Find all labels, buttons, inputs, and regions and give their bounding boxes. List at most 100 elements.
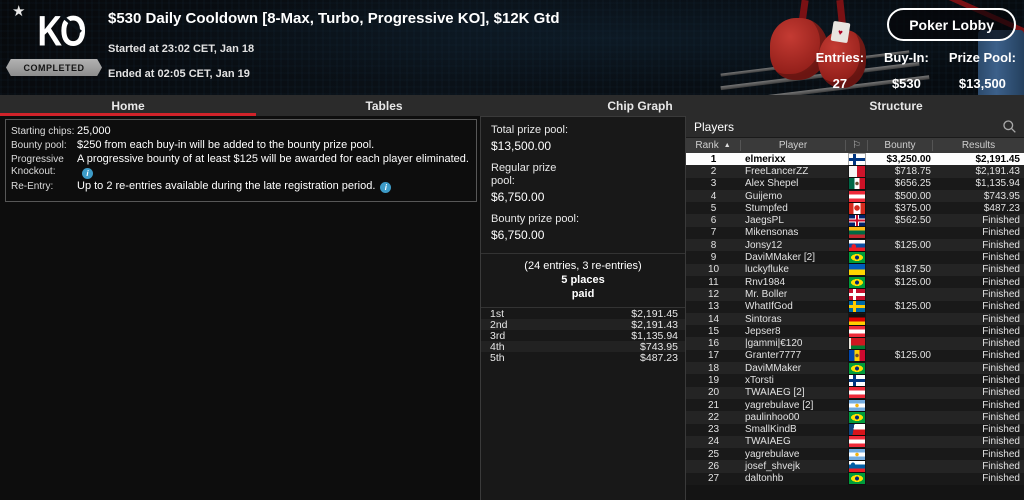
- tab-home[interactable]: Home: [0, 95, 256, 116]
- player-bounty: $718.75: [868, 166, 933, 177]
- table-row[interactable]: 23SmallKindBFinished: [686, 424, 1024, 436]
- table-row[interactable]: 26josef_shvejkFinished: [686, 460, 1024, 472]
- search-icon[interactable]: [1002, 119, 1024, 134]
- payout-row: 1st$2,191.45: [481, 308, 685, 319]
- info-icon[interactable]: i: [82, 168, 93, 179]
- player-flag-cell: [846, 436, 868, 447]
- table-row[interactable]: 3Alex Shepel$656.25$1,135.94: [686, 178, 1024, 190]
- column-header-results[interactable]: Results: [933, 140, 1024, 151]
- info-icon[interactable]: i: [380, 182, 391, 193]
- flag-se-icon: [849, 301, 865, 312]
- table-row[interactable]: 16|gammi|€120Finished: [686, 337, 1024, 349]
- info-row: Progressive Knockout:A progressive bount…: [11, 153, 470, 179]
- info-row-label: Starting chips:: [11, 125, 77, 138]
- prize-pool-label: Regular prize pool:: [491, 162, 581, 188]
- flag-br-icon: [849, 252, 865, 263]
- player-rank: 19: [686, 375, 741, 386]
- table-row[interactable]: 14Sintoras Finished: [686, 313, 1024, 325]
- table-row[interactable]: 24TWAIAEGFinished: [686, 436, 1024, 448]
- player-result: Finished: [933, 338, 1024, 349]
- payout-amount: $487.23: [640, 352, 685, 364]
- table-row[interactable]: 13WhatIfGod$125.00Finished: [686, 301, 1024, 313]
- payout-row: 5th $487.23: [481, 352, 685, 363]
- table-row[interactable]: 5Stumpfed$375.00$487.23: [686, 202, 1024, 214]
- player-rank: 4: [686, 191, 741, 202]
- player-name: yagrebulave: [741, 449, 846, 460]
- player-flag-cell: [846, 264, 868, 275]
- column-header-bounty[interactable]: Bounty: [868, 140, 933, 151]
- flag-br-icon: [849, 363, 865, 374]
- payout-row: 2nd$2,191.43: [481, 319, 685, 330]
- sort-asc-icon: ▲: [724, 142, 731, 149]
- player-result: Finished: [933, 289, 1024, 300]
- table-row[interactable]: 22paulinhoo00Finished: [686, 411, 1024, 423]
- info-row-label: Progressive Knockout:: [11, 153, 77, 179]
- player-rank: 16: [686, 338, 741, 349]
- player-bounty: $125.00: [868, 277, 933, 288]
- glove-cuff: [831, 21, 851, 43]
- table-row[interactable]: 12Mr. BollerFinished: [686, 288, 1024, 300]
- player-rank: 14: [686, 314, 741, 325]
- table-row[interactable]: 21yagrebulave [2]Finished: [686, 399, 1024, 411]
- player-name: Sintoras: [741, 314, 846, 325]
- player-name: JaegsPL: [741, 215, 846, 226]
- table-row[interactable]: 27daltonhbFinished: [686, 473, 1024, 485]
- player-rank: 3: [686, 178, 741, 189]
- glove-strap: [798, 0, 808, 24]
- player-result: Finished: [933, 363, 1024, 374]
- table-row[interactable]: 7MikensonasFinished: [686, 227, 1024, 239]
- table-row[interactable]: 2FreeLancerZZ$718.75$2,191.43: [686, 165, 1024, 177]
- table-row[interactable]: 1elmerixx$3,250.00$2,191.45: [686, 153, 1024, 165]
- player-name: Rnv1984: [741, 277, 846, 288]
- player-result: Finished: [933, 449, 1024, 460]
- tab-tables[interactable]: Tables: [256, 95, 512, 116]
- player-rank: 20: [686, 387, 741, 398]
- prize-pool-value: $6,750.00: [491, 228, 675, 242]
- table-row[interactable]: 9DaviMMaker [2]Finished: [686, 251, 1024, 263]
- table-row[interactable]: 19xTorstiFinished: [686, 374, 1024, 386]
- table-row[interactable]: 17Granter7777$125.00Finished: [686, 350, 1024, 362]
- table-row[interactable]: 18DaviMMakerFinished: [686, 362, 1024, 374]
- flag-md-icon: [849, 350, 865, 361]
- table-row[interactable]: 25yagrebulaveFinished: [686, 448, 1024, 460]
- table-row[interactable]: 11Rnv1984$125.00Finished: [686, 276, 1024, 288]
- player-flag-cell: [846, 252, 868, 263]
- player-flag-cell: [846, 473, 868, 484]
- payout-place: 5th: [481, 352, 505, 364]
- flag-at-icon: [849, 436, 865, 447]
- table-row[interactable]: 4Guijemo$500.00$743.95: [686, 190, 1024, 202]
- tab-structure[interactable]: Structure: [768, 95, 1024, 116]
- player-rank: 9: [686, 252, 741, 263]
- column-header-player[interactable]: Player: [741, 140, 846, 151]
- player-bounty: $3,250.00: [868, 154, 933, 165]
- header-stat: Buy-In:$530: [884, 50, 929, 91]
- player-name: DaviMMaker: [741, 363, 846, 374]
- player-name: Jepser8: [741, 326, 846, 337]
- flag-ar-icon: [849, 449, 865, 460]
- player-rank: 6: [686, 215, 741, 226]
- player-flag-cell: [846, 449, 868, 460]
- flag-ar-icon: [849, 400, 865, 411]
- poker-lobby-button[interactable]: Poker Lobby: [887, 8, 1016, 41]
- player-result: $743.95: [933, 191, 1024, 202]
- favorite-star-icon[interactable]: ★: [12, 2, 25, 20]
- player-name: Jonsy12: [741, 240, 846, 251]
- table-row[interactable]: 15Jepser8Finished: [686, 325, 1024, 337]
- column-header-rank[interactable]: Rank▲: [686, 140, 741, 151]
- player-result: Finished: [933, 264, 1024, 275]
- flag-mt-icon: [849, 166, 865, 177]
- flag-ca-icon: [849, 203, 865, 214]
- table-row[interactable]: 6JaegsPL$562.50Finished: [686, 214, 1024, 226]
- column-header-flag-icon[interactable]: ⚐: [846, 140, 868, 151]
- table-row[interactable]: 8Jonsy12$125.00Finished: [686, 239, 1024, 251]
- payout-row: 3rd$1,135.94: [481, 330, 685, 341]
- payout-list: 1st$2,191.452nd$2,191.433rd$1,135.944th$…: [481, 308, 685, 363]
- table-row[interactable]: 10luckyfluke$187.50Finished: [686, 264, 1024, 276]
- table-row[interactable]: 20TWAIAEG [2]Finished: [686, 387, 1024, 399]
- tab-chip-graph[interactable]: Chip Graph: [512, 95, 768, 116]
- player-result: Finished: [933, 314, 1024, 325]
- payout-row: 4th$743.95: [481, 341, 685, 352]
- players-header-bar: Players: [686, 116, 1024, 138]
- player-name: TWAIAEG [2]: [741, 387, 846, 398]
- flag-dk-icon: [849, 289, 865, 300]
